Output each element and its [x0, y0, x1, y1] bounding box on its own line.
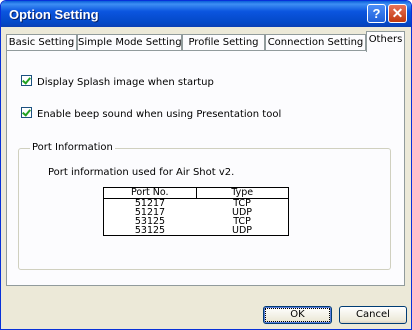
port-info-description: Port information used for Air Shot v2. [48, 167, 235, 178]
table-row: 51217 TCP [104, 199, 288, 209]
splash-checkbox[interactable]: Display Splash image when startup [21, 75, 214, 88]
beep-checkbox-label: Enable beep sound when using Presentatio… [37, 109, 282, 120]
help-icon[interactable]: ? [367, 4, 386, 23]
tab-others[interactable]: Others [366, 31, 405, 52]
splash-checkbox-label: Display Splash image when startup [37, 77, 214, 88]
column-header: Type [231, 187, 254, 198]
ok-button-label: OK [265, 308, 330, 322]
tab-connection-setting[interactable]: Connection Setting [265, 34, 366, 51]
port-table: Port No. Type 51217 TCP 51217 UDP 53125 … [103, 187, 289, 236]
table-row: 51217 UDP [104, 208, 288, 218]
window-title: Option Setting [9, 7, 99, 22]
checkbox-checked-icon[interactable] [21, 75, 32, 86]
beep-checkbox[interactable]: Enable beep sound when using Presentatio… [21, 107, 281, 120]
table-header: Port No. Type [104, 188, 288, 199]
table-row: 53125 TCP [104, 217, 288, 227]
table-row: 53125 UDP [104, 225, 288, 236]
cancel-button[interactable]: Cancel [339, 306, 407, 324]
title-bar[interactable]: Option Setting ? ✕ [1, 1, 411, 27]
ok-button[interactable]: OK [263, 306, 332, 324]
tab-profile-setting[interactable]: Profile Setting [182, 34, 265, 51]
type-cell: UDP [232, 225, 252, 236]
tab-simple-mode-setting[interactable]: Simple Mode Setting [77, 34, 182, 51]
tab-basic-setting[interactable]: Basic Setting [6, 34, 77, 51]
column-header: Port No. [104, 188, 197, 198]
group-label: Port Information [30, 142, 115, 153]
checkbox-checked-icon[interactable] [21, 107, 32, 118]
option-setting-dialog: Option Setting ? ✕ Basic Setting Simple … [0, 0, 412, 330]
close-icon[interactable]: ✕ [388, 4, 407, 23]
port-cell: 53125 [134, 225, 166, 236]
